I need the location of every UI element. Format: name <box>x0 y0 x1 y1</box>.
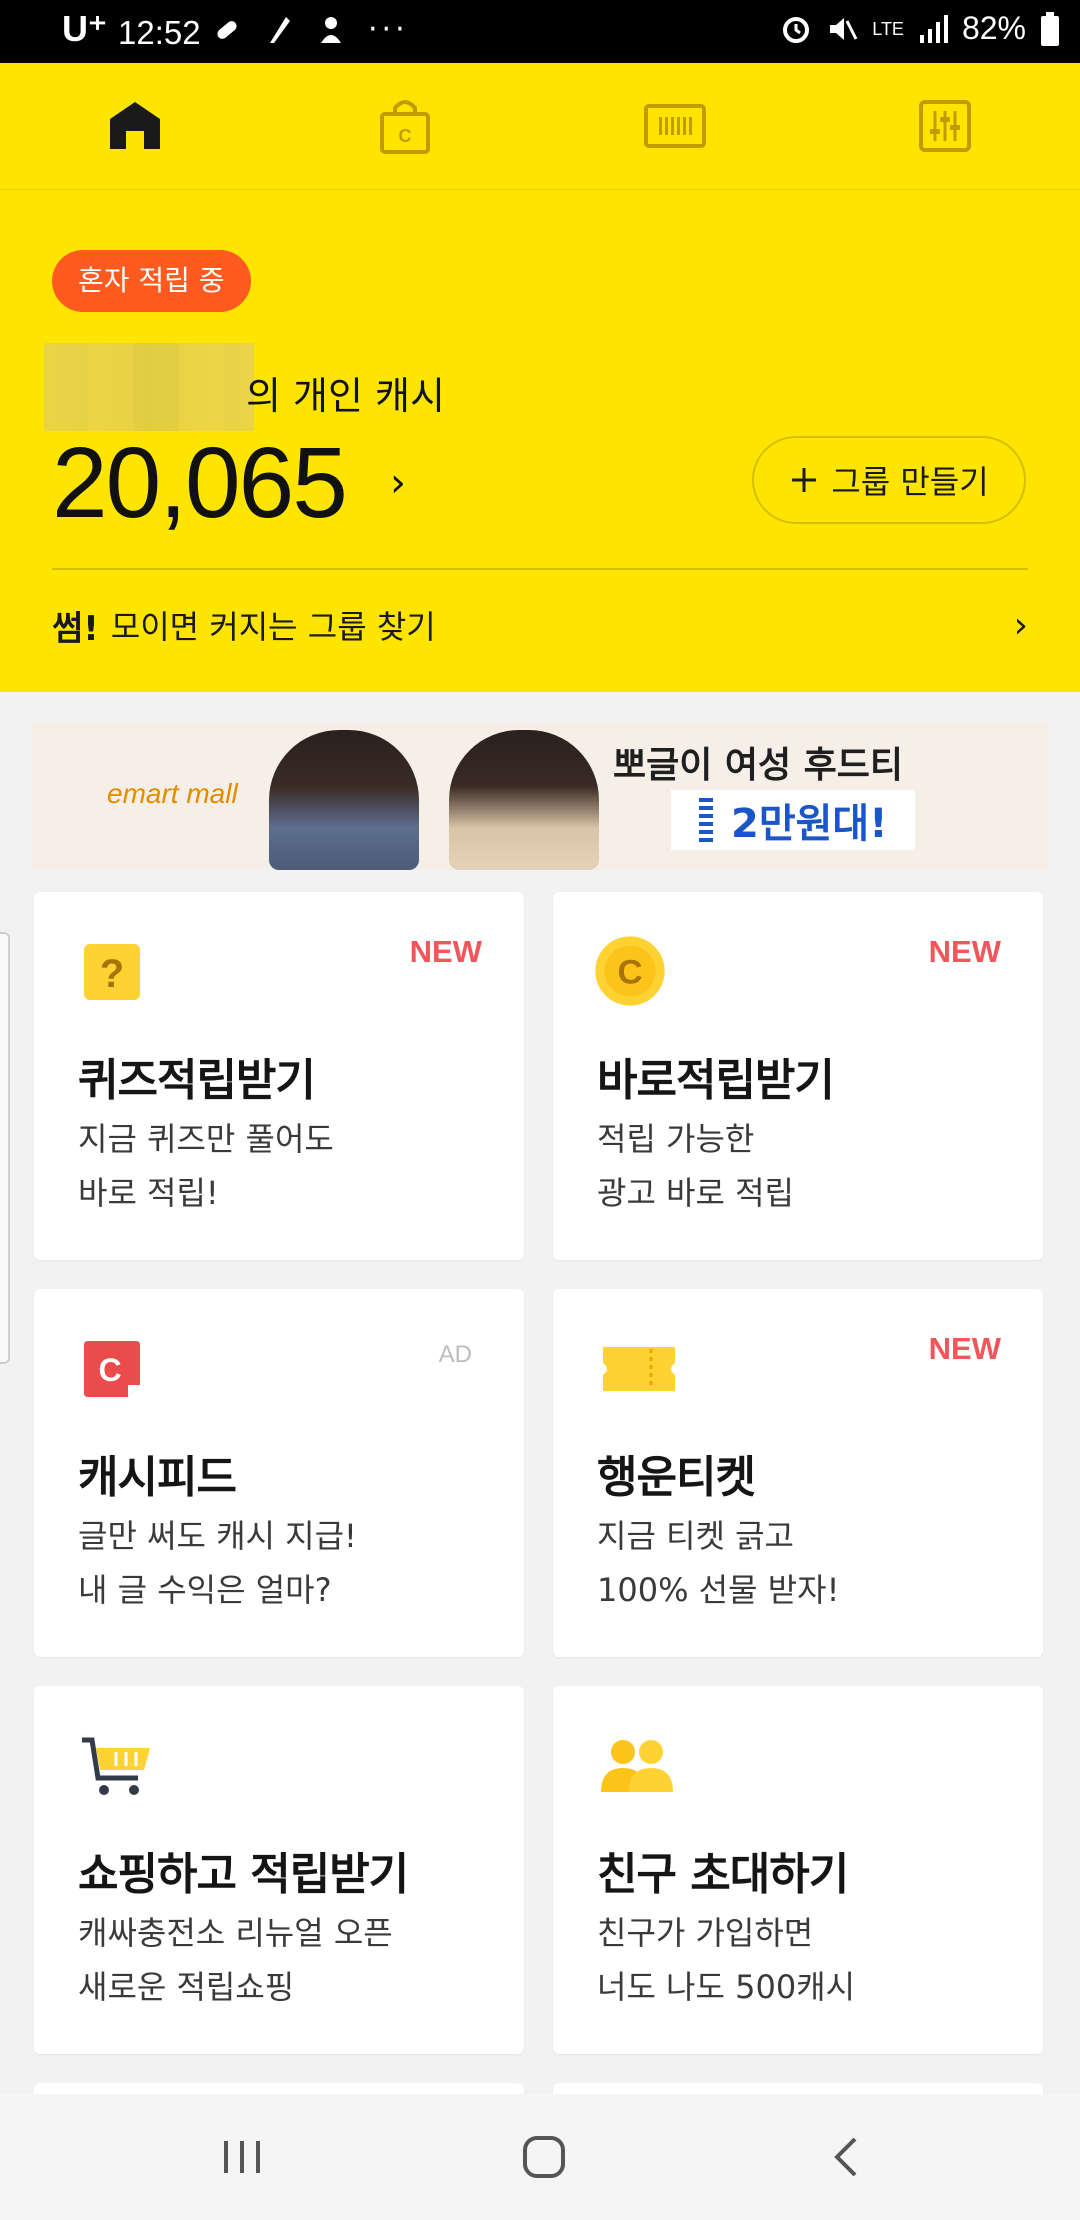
settings-sliders-icon <box>919 100 971 152</box>
new-badge: NEW <box>928 1331 1001 1366</box>
status-bar: U⁺ 12:52 ··· LTE 82% <box>0 0 1080 63</box>
card-title: 퀴즈적립받기 <box>78 1055 316 1106</box>
new-badge: NEW <box>409 934 482 969</box>
app-notification-icon <box>321 16 341 43</box>
shopping-reward-card[interactable]: 쇼핑하고 적립받기 캐싸충전소 리뉴얼 오픈 새로운 적립쇼핑 <box>34 1686 524 2054</box>
barcode-icon <box>644 104 706 148</box>
find-group-prefix: 썸! <box>52 608 99 649</box>
svg-text:C: C <box>399 126 412 146</box>
banner-brand: emart mall <box>107 778 238 809</box>
mute-icon <box>830 17 858 40</box>
card-description: 100% 선물 받자! <box>597 1571 840 1609</box>
find-group-link[interactable]: 썸! 모이면 커지는 그룹 찾기 › <box>52 570 1028 680</box>
chevron-right-icon: › <box>1013 604 1028 646</box>
tab-barcode[interactable] <box>540 63 810 189</box>
card-description: 내 글 수익은 얼마? <box>78 1571 332 1609</box>
tab-shop[interactable]: C <box>270 63 540 189</box>
pill-icon <box>217 20 237 39</box>
more-notifications-icon: ··· <box>368 12 409 47</box>
top-nav: C <box>0 63 1080 191</box>
ad-badge: AD <box>438 1341 472 1368</box>
ticket-icon <box>603 1347 675 1391</box>
system-icons: LTE 82% <box>780 10 1060 47</box>
home-circle-icon <box>523 2136 565 2178</box>
card-description: 지금 티켓 긁고 <box>597 1517 794 1555</box>
card-description: 새로운 적립쇼핑 <box>78 1968 295 2006</box>
find-group-text: 모이면 커지는 그룹 찾기 <box>110 608 436 646</box>
cash-amount[interactable]: 20,065 <box>52 426 348 541</box>
recent-apps-button[interactable] <box>142 2094 342 2220</box>
back-icon <box>834 2137 857 2177</box>
cash-label: 의 개인 캐시 <box>246 374 445 418</box>
svg-text:?: ? <box>100 952 124 996</box>
new-badge: NEW <box>928 934 1001 969</box>
coin-icon: C <box>595 936 665 1006</box>
recent-apps-icon <box>224 2141 260 2173</box>
mode-badge: 혼자 적립 중 <box>52 250 251 312</box>
card-description: 글만 써도 캐시 지급! <box>78 1517 357 1555</box>
card-title: 바로적립받기 <box>597 1055 835 1106</box>
tab-home[interactable] <box>0 63 270 189</box>
battery-percent: 82% <box>961 10 1026 46</box>
card-description: 캐싸충전소 리뉴얼 오픈 <box>78 1914 393 1952</box>
cashfeed-icon: C <box>84 1341 140 1397</box>
cashfeed-card[interactable]: C AD 캐시피드 글만 써도 캐시 지급! 내 글 수익은 얼마? <box>34 1289 524 1657</box>
cash-summary-card: 혼자 적립 중 의 개인 캐시 20,065 › 그룹 만들기 썸! 모이면 커… <box>0 190 1080 692</box>
tab-settings[interactable] <box>810 63 1080 189</box>
carrier-label: U⁺ <box>62 8 107 49</box>
promo-banner[interactable]: emart mall 뽀글이 여성 후드티 2만원대! <box>31 722 1049 870</box>
card-title: 캐시피드 <box>78 1452 237 1503</box>
card-description: 적립 가능한 <box>597 1120 755 1158</box>
quiz-icon: ? <box>84 944 140 1000</box>
home-button[interactable] <box>444 2094 644 2220</box>
cart-icon <box>82 1737 150 1795</box>
invite-friends-card[interactable]: 친구 초대하기 친구가 가입하면 너도 나도 500캐시 <box>553 1686 1043 2054</box>
friends-icon <box>601 1740 673 1792</box>
card-title: 쇼핑하고 적립받기 <box>78 1849 409 1900</box>
feather-icon <box>270 16 290 43</box>
card-description: 지금 퀴즈만 풀어도 <box>78 1120 334 1158</box>
back-button[interactable] <box>746 2094 946 2220</box>
card-description: 바로 적립! <box>78 1174 219 1212</box>
plus-icon <box>792 468 817 492</box>
clock: 12:52 <box>118 14 201 51</box>
card-description: 너도 나도 500캐시 <box>597 1968 856 2006</box>
edge-panel-handle[interactable] <box>0 932 10 1364</box>
quiz-card[interactable]: ? NEW 퀴즈적립받기 지금 퀴즈만 풀어도 바로 적립! <box>34 892 524 1260</box>
model-photo-right <box>449 730 599 870</box>
home-icon <box>110 102 160 149</box>
banner-price-box: 2만원대! <box>671 790 916 850</box>
create-group-label: 그룹 만들기 <box>831 463 989 501</box>
alarm-icon <box>783 16 810 43</box>
shopping-bag-icon: C <box>380 100 430 154</box>
card-title: 친구 초대하기 <box>597 1849 849 1900</box>
banner-headline: 뽀글이 여성 후드티 <box>613 745 904 786</box>
svg-text:C: C <box>98 1352 121 1388</box>
banner-price: 2만원대! <box>731 801 888 847</box>
model-photo-left <box>269 730 419 870</box>
price-stripes-icon <box>699 798 713 842</box>
card-description: 친구가 가입하면 <box>597 1914 814 1952</box>
svg-text:C: C <box>617 954 642 992</box>
card-description: 광고 바로 적립 <box>597 1174 794 1212</box>
create-group-button[interactable]: 그룹 만들기 <box>752 436 1026 524</box>
signal-icon <box>919 14 948 43</box>
card-title: 행운티켓 <box>597 1452 756 1503</box>
instant-reward-card[interactable]: C NEW 바로적립받기 적립 가능한 광고 바로 적립 <box>553 892 1043 1260</box>
user-name-redacted <box>44 343 254 431</box>
notification-icons: ··· <box>212 12 409 47</box>
chevron-right-icon[interactable]: › <box>390 460 406 506</box>
lucky-ticket-card[interactable]: NEW 행운티켓 지금 티켓 긁고 100% 선물 받자! <box>553 1289 1043 1657</box>
network-type: LTE <box>872 18 904 39</box>
battery-icon <box>1041 11 1059 46</box>
system-nav-bar <box>0 2094 1080 2220</box>
